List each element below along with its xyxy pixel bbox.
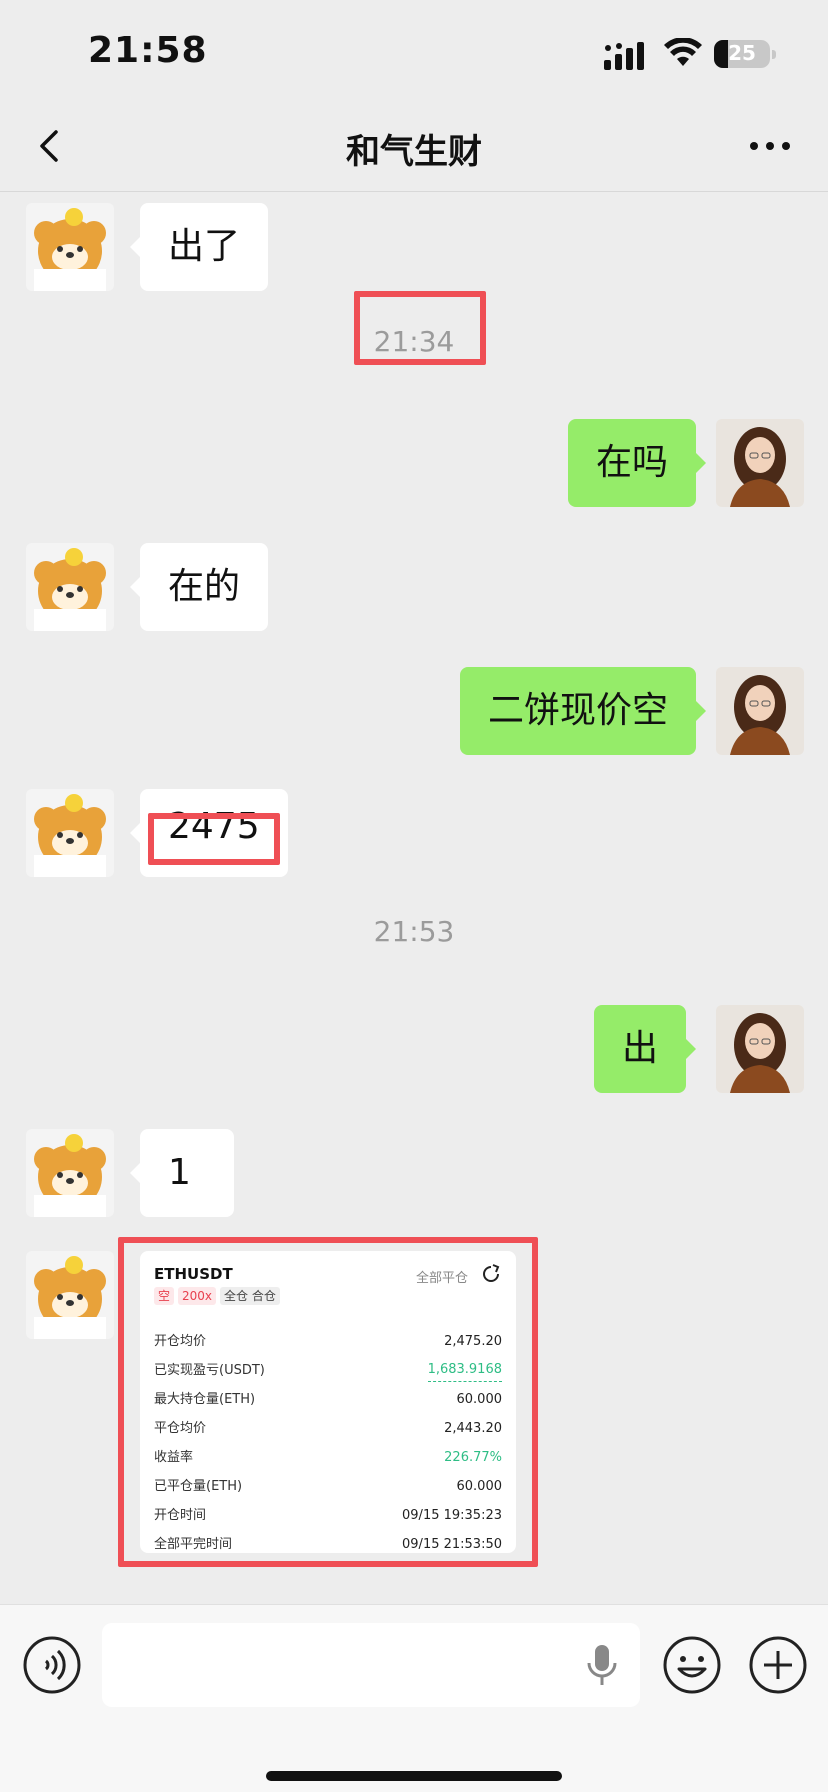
- row-label: 已平仓量(ETH): [154, 1479, 243, 1494]
- trade-tags: 空 200x 全仓 合仓: [154, 1287, 280, 1305]
- message-bubble[interactable]: 二饼现价空: [460, 667, 707, 755]
- message-input[interactable]: [102, 1623, 640, 1707]
- woman-avatar[interactable]: [716, 1005, 804, 1093]
- short-tag: 空: [154, 1287, 175, 1305]
- margin-mode-tag: 全仓 合仓: [220, 1287, 280, 1305]
- message-input-bar: [0, 1604, 828, 1792]
- share-icon: [483, 1264, 500, 1282]
- row-label: 最大持仓量(ETH): [154, 1392, 256, 1407]
- trade-row: 平仓均价 2,443.20: [154, 1414, 502, 1443]
- message-bubble[interactable]: 出: [594, 1005, 697, 1093]
- trade-details: 开仓均价 2,475.20 已实现盈亏(USDT) 1,683.9168 最大持仓量…: [154, 1327, 502, 1559]
- row-value: 2,475.20: [444, 1334, 502, 1349]
- row-value: 226.77%: [444, 1450, 502, 1465]
- row-label: 平仓均价: [154, 1421, 207, 1436]
- trade-row: 开仓均价 2,475.20: [154, 1327, 502, 1356]
- status-bar: 21:58 25: [0, 0, 828, 100]
- row-value: 60.000: [456, 1479, 503, 1494]
- voice-mode-icon[interactable]: [22, 1635, 82, 1695]
- battery-tip: [772, 50, 776, 59]
- message-bubble[interactable]: 1: [130, 1129, 234, 1217]
- trade-row: 最大持仓量(ETH) 60.000: [154, 1385, 502, 1414]
- row-value: 2,443.20: [444, 1421, 502, 1436]
- row-value: 09/15 21:53:50: [402, 1537, 502, 1552]
- row-label: 全部平完时间: [154, 1537, 233, 1552]
- row-label: 开仓均价: [154, 1334, 207, 1349]
- message-bubble[interactable]: 在吗: [568, 419, 707, 507]
- bear-avatar[interactable]: [26, 1251, 114, 1339]
- leverage-tag: 200x: [178, 1287, 217, 1305]
- wifi-icon: [664, 38, 702, 66]
- bear-avatar[interactable]: [26, 203, 114, 291]
- row-value: 60.000: [456, 1392, 503, 1407]
- close-all-label: 全部平仓: [415, 1271, 468, 1286]
- trade-row: 已实现盈亏(USDT) 1,683.9168: [154, 1356, 502, 1385]
- message-timestamp: 21:53: [373, 915, 455, 948]
- home-indicator: [266, 1771, 562, 1781]
- highlight-box: [148, 813, 280, 865]
- row-label: 收益率: [154, 1450, 194, 1465]
- trade-row: 已平仓量(ETH) 60.000: [154, 1472, 502, 1501]
- message-bubble[interactable]: 在的: [129, 543, 269, 631]
- message-bubble[interactable]: 出了: [129, 203, 269, 291]
- status-time: 21:58: [88, 30, 208, 71]
- row-value: 1,683.9168: [427, 1360, 502, 1382]
- microphone-icon[interactable]: [586, 1643, 618, 1689]
- battery-icon: 25: [714, 40, 770, 68]
- woman-avatar[interactable]: [716, 419, 804, 507]
- bear-avatar[interactable]: [26, 543, 114, 631]
- trade-card-header: ETHUSDT 全部平仓 空 200x 全仓 合仓: [154, 1264, 502, 1317]
- add-attachment-icon[interactable]: [748, 1635, 808, 1695]
- more-options-icon[interactable]: [744, 122, 796, 170]
- trade-row: 收益率 226.77%: [154, 1443, 502, 1472]
- chat-header: 和气生财: [0, 100, 828, 192]
- row-label: 已实现盈亏(USDT): [154, 1363, 265, 1378]
- emoji-icon[interactable]: [662, 1635, 722, 1695]
- cellular-signal-icon: [604, 42, 644, 70]
- trade-card-image[interactable]: ETHUSDT 全部平仓 空 200x 全仓 合仓 开仓均价 2,475.20 已…: [140, 1251, 516, 1553]
- woman-avatar[interactable]: [716, 667, 804, 755]
- trade-symbol: ETHUSDT: [154, 1265, 233, 1283]
- row-value: 09/15 19:35:23: [402, 1508, 502, 1523]
- chat-title: 和气生财: [346, 132, 482, 172]
- trade-row: 开仓时间 09/15 19:35:23: [154, 1501, 502, 1530]
- battery-percentage: 25: [728, 41, 756, 65]
- chat-message-list[interactable]: 出了 21:34 在吗 在的 二饼现价空 2475 21:53 出 1 ETHU…: [0, 193, 828, 1603]
- bear-avatar[interactable]: [26, 1129, 114, 1217]
- row-label: 开仓时间: [154, 1508, 207, 1523]
- highlight-box: [354, 291, 486, 365]
- bear-avatar[interactable]: [26, 789, 114, 877]
- trade-row: 全部平完时间 09/15 21:53:50: [154, 1530, 502, 1559]
